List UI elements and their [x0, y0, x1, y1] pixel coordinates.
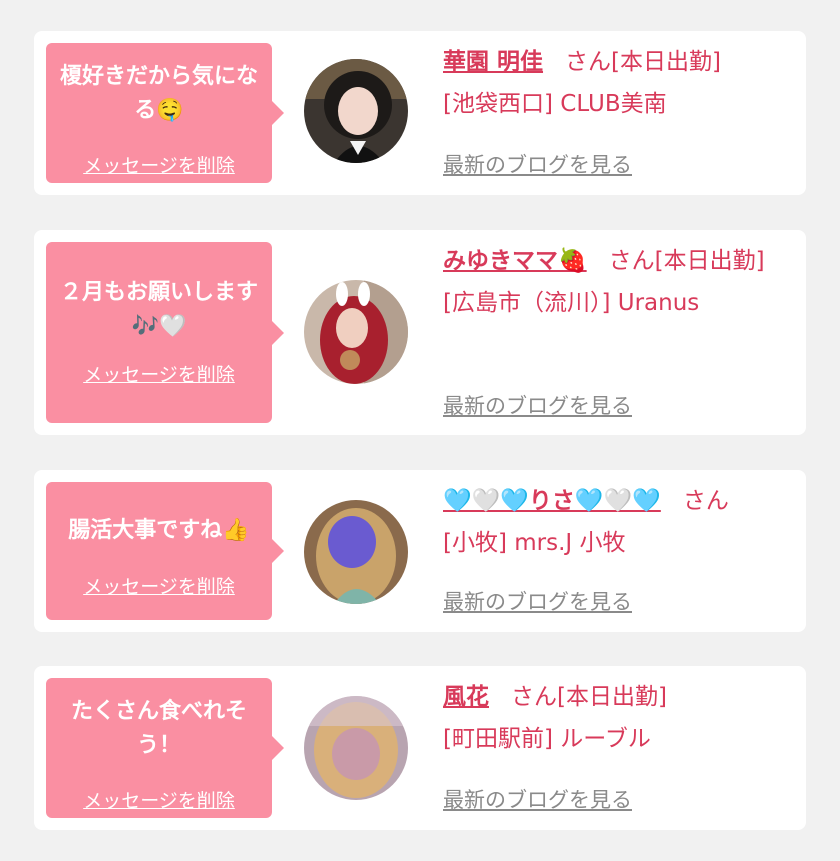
delete-message-link[interactable]: メッセージを削除 [46, 151, 272, 178]
message-card: 腸活大事ですね👍 メッセージを削除 🩵🤍🩵りさ🩵🤍🩵 さん [小牧] mrs.J … [34, 470, 806, 632]
girl-name-link[interactable]: 🩵🤍🩵りさ🩵🤍🩵 [443, 488, 661, 514]
profile-info: 風花 さん[本日出勤] [町田駅前] ルーブル [443, 676, 793, 760]
shop-info: [広島市（流川）] Uranus [443, 290, 700, 316]
latest-blog-link[interactable]: 最新のブログを見る [443, 390, 632, 420]
message-bubble: たくさん食べれそう！ メッセージを削除 [46, 678, 284, 818]
profile-info: 🩵🤍🩵りさ🩵🤍🩵 さん [小牧] mrs.J 小牧 [443, 480, 793, 564]
avatar[interactable] [304, 500, 408, 604]
shop-info: [町田駅前] ルーブル [443, 726, 651, 752]
name-suffix: さん [682, 488, 729, 514]
message-card: たくさん食べれそう！ メッセージを削除 風花 さん[本日出勤] [町田駅前] ルー… [34, 666, 806, 830]
latest-blog-link[interactable]: 最新のブログを見る [443, 149, 632, 179]
message-text: ２月もお願いします🎶🤍 [59, 280, 258, 339]
avatar[interactable] [304, 696, 408, 800]
girl-name-link[interactable]: みゆきママ🍓 [443, 248, 587, 274]
shop-info: [池袋西口] CLUB美南 [443, 91, 667, 117]
message-bubble: 腸活大事ですね👍 メッセージを削除 [46, 482, 284, 620]
profile-info: みゆきママ🍓 さん[本日出勤] [広島市（流川）] Uranus [443, 240, 793, 324]
latest-blog-link[interactable]: 最新のブログを見る [443, 586, 632, 616]
message-text: 腸活大事ですね👍 [68, 518, 250, 543]
message-card: ２月もお願いします🎶🤍 メッセージを削除 みゆきママ🍓 さん[本日出勤] [広島市… [34, 230, 806, 435]
girl-name-link[interactable]: 風花 [443, 684, 489, 710]
name-suffix: さん[本日出勤] [565, 49, 721, 75]
delete-message-link[interactable]: メッセージを削除 [46, 360, 272, 387]
girl-name-link[interactable]: 華園 明佳 [443, 49, 543, 75]
message-card: 榎好きだから気になる🤤 メッセージを削除 華園 明佳 さん[本日出勤] [池袋西口… [34, 31, 806, 195]
message-text: たくさん食べれそう！ [70, 699, 247, 758]
avatar[interactable] [304, 59, 408, 163]
avatar[interactable] [304, 280, 408, 384]
delete-message-link[interactable]: メッセージを削除 [46, 786, 272, 813]
name-suffix: さん[本日出勤] [608, 248, 765, 274]
message-text: 榎好きだから気になる🤤 [59, 64, 258, 123]
profile-info: 華園 明佳 さん[本日出勤] [池袋西口] CLUB美南 [443, 41, 793, 125]
delete-message-link[interactable]: メッセージを削除 [46, 572, 272, 599]
message-bubble: 榎好きだから気になる🤤 メッセージを削除 [46, 43, 284, 183]
shop-info: [小牧] mrs.J 小牧 [443, 530, 626, 556]
message-bubble: ２月もお願いします🎶🤍 メッセージを削除 [46, 242, 284, 423]
name-suffix: さん[本日出勤] [511, 684, 667, 710]
latest-blog-link[interactable]: 最新のブログを見る [443, 784, 632, 814]
